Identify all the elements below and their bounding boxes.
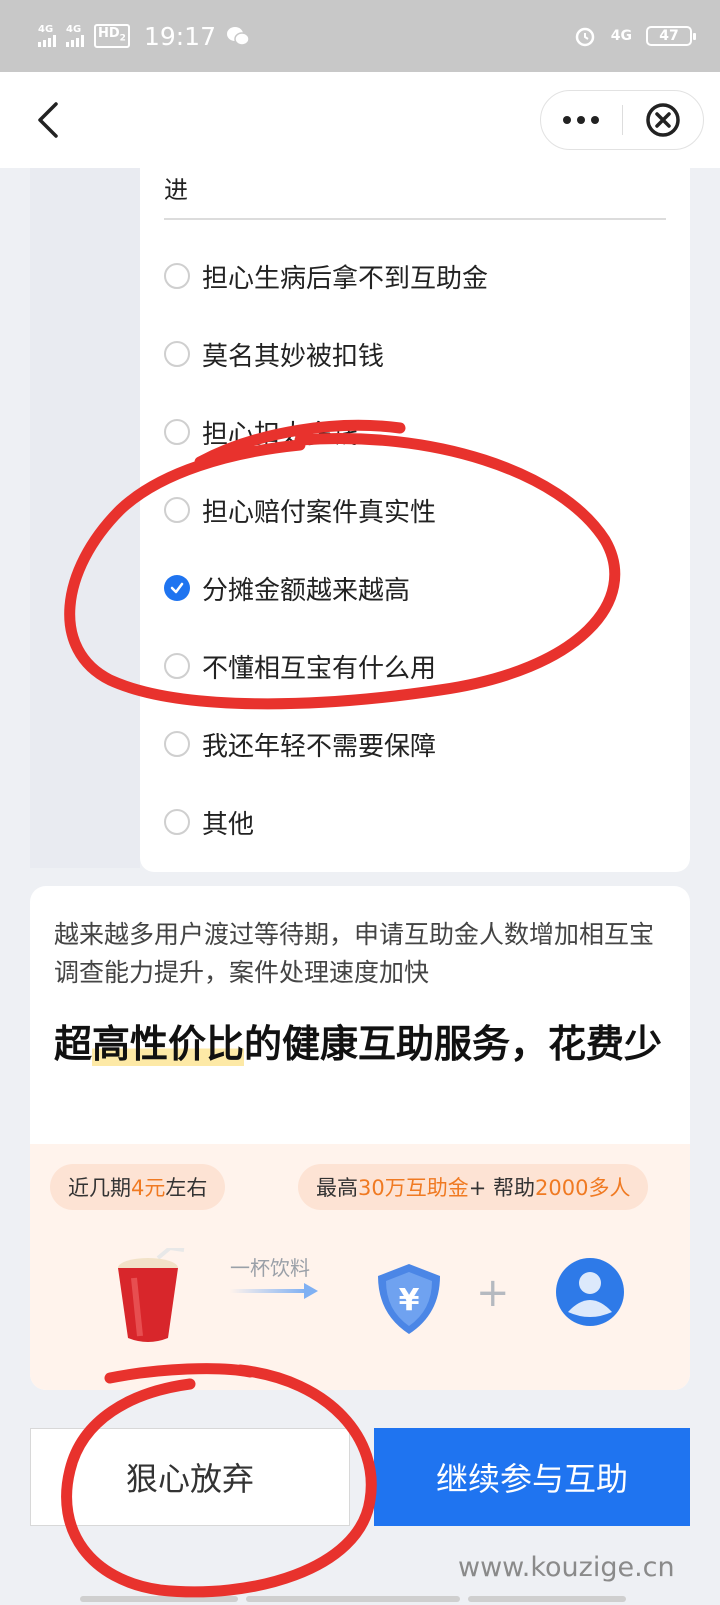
option-label: 担心扣太多钱 [202,419,359,450]
radio-icon[interactable] [164,341,190,367]
option-item[interactable]: 我还年轻不需要保障 [164,718,664,770]
radio-icon[interactable] [164,653,190,679]
arrow-block: 一杯饮料 [230,1252,330,1305]
radio-icon[interactable] [164,809,190,835]
option-item[interactable]: 莫名其妙被扣钱 [164,328,664,380]
mini-program-capsule [540,90,704,150]
cost-panel: 近几期 4元 左右 最高 30万互助金 + 帮助 2000多人 一杯饮料 ¥ + [30,1144,690,1390]
survey-card: 进 担心生病后拿不到互助金 莫名其妙被扣钱 担心扣太多钱 担心赔付案件真实性 分… [140,168,690,872]
yuan-shield-icon: ¥ [378,1264,440,1334]
previous-text: 进 [164,176,188,204]
continue-button[interactable]: 继续参与互助 [374,1428,690,1526]
option-item[interactable]: 不懂相互宝有什么用 [164,640,664,692]
option-label: 我还年轻不需要保障 [202,731,437,762]
option-label: 担心赔付案件真实性 [202,497,437,528]
option-item[interactable]: 担心扣太多钱 [164,406,664,458]
user-avatar-icon [556,1258,624,1326]
option-item-selected[interactable]: 分摊金额越来越高 [164,562,664,614]
status-left: 4G 4G HD2 19:17 [38,22,250,51]
hd-icon: HD2 [94,23,130,49]
more-button[interactable] [541,91,622,149]
alarm-icon [575,27,595,47]
nav-bar [0,72,720,168]
option-label: 担心生病后拿不到互助金 [202,263,489,294]
option-label: 莫名其妙被扣钱 [202,341,385,372]
status-bar: 4G 4G HD2 19:17 4G 47 [0,0,720,72]
divider [164,218,666,220]
cost-pill: 近几期 4元 左右 [50,1164,226,1210]
abandon-button[interactable]: 狠心放弃 [30,1428,350,1526]
home-indicator [246,1596,460,1602]
benefit-pill: 最高 30万互助金 + 帮助 2000多人 [298,1164,649,1210]
plus-sign: + [476,1270,510,1316]
signal-icon-2: 4G [66,25,84,47]
wechat-icon [226,27,250,46]
radio-icon[interactable] [164,731,190,757]
close-button[interactable] [623,91,704,149]
option-label: 不懂相互宝有什么用 [202,653,437,684]
status-time: 19:17 [143,21,216,51]
option-item[interactable]: 担心生病后拿不到互助金 [164,250,664,302]
radio-icon[interactable] [164,419,190,445]
home-indicator [468,1596,626,1602]
close-circle-icon [646,103,680,137]
checked-radio-icon[interactable] [164,575,190,601]
option-item[interactable]: 担心赔付案件真实性 [164,484,664,536]
option-label: 其他 [202,809,255,840]
home-indicator [80,1596,238,1602]
title-highlight: 高性价比 [92,1022,245,1066]
option-label: 分摊金额越来越高 [202,575,411,606]
status-right: 4G 47 [573,24,696,48]
info-card: 越来越多用户渡过等待期，申请互助金人数增加相互宝调查能力提升，案件处理速度加快 … [30,886,690,1390]
background-panel [30,168,140,868]
drink-cup-icon [118,1248,185,1342]
battery-icon: 47 [646,26,696,46]
info-title: 超高性价比的健康互助服务，花费少 [54,1022,663,1066]
watermark: www.kouzige.cn [458,1552,675,1583]
chevron-left-icon[interactable] [30,100,70,140]
arrow-right-icon [230,1283,318,1299]
radio-icon[interactable] [164,263,190,289]
svg-text:¥: ¥ [399,1283,420,1318]
option-item[interactable]: 其他 [164,796,664,848]
signal-icon: 4G [38,25,56,47]
drink-caption: 一杯饮料 [230,1256,310,1280]
more-dots-icon [563,116,600,124]
network-label: 4G [610,28,632,44]
radio-icon[interactable] [164,497,190,523]
info-subtitle: 越来越多用户渡过等待期，申请互助金人数增加相互宝调查能力提升，案件处理速度加快 [54,920,655,987]
